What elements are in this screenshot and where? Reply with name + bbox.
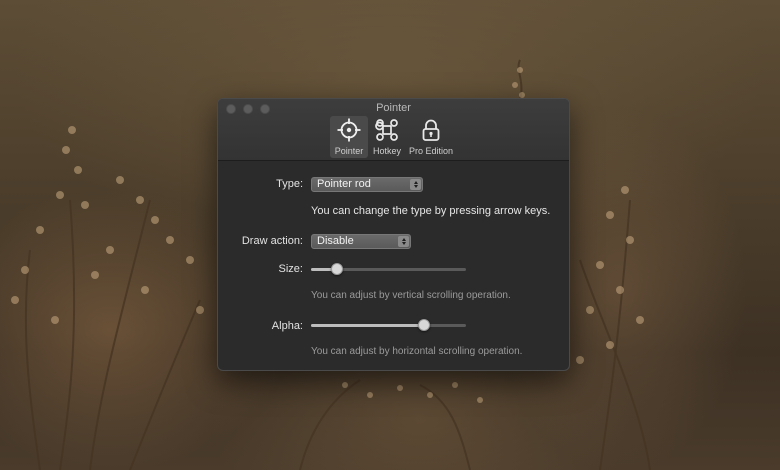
alpha-label: Alpha: [271,320,303,332]
crosshair-icon [337,118,361,142]
alpha-slider-fill [311,324,425,327]
pointer-settings-panel: Type: Pointer rod You can change the typ… [218,161,569,370]
alpha-hint: You can adjust by horizontal scrolling o… [311,346,523,357]
pointer-preferences-window: Pointer Pointer Hotkey Pro Edition Type:… [217,98,570,371]
type-hint: You can change the type by pressing arro… [311,205,551,217]
alpha-slider[interactable] [311,319,466,331]
tab-pro-edition-label: Pro Edition [408,146,454,156]
tab-pointer[interactable]: Pointer [330,116,368,158]
type-popup-value: Pointer rod [317,178,371,190]
size-slider[interactable] [311,263,466,275]
tab-hotkey-label: Hotkey [372,146,401,156]
command-key-icon [375,119,398,141]
draw-action-popup[interactable]: Disable [311,234,411,249]
draw-action-popup-value: Disable [317,235,354,247]
size-label: Size: [278,263,303,275]
popup-arrows-icon [398,236,409,247]
titlebar: Pointer Pointer Hotkey Pro Edition [218,99,569,161]
size-hint: You can adjust by vertical scrolling ope… [311,290,511,301]
alpha-slider-knob[interactable] [418,319,431,331]
preferences-toolbar: Pointer Hotkey Pro Edition [330,116,456,158]
window-title: Pointer [376,102,411,114]
draw-action-label: Draw action: [241,235,303,247]
popup-arrows-icon [410,179,421,190]
type-popup[interactable]: Pointer rod [311,177,423,192]
type-label: Type: [276,178,303,190]
tab-pointer-label: Pointer [334,146,364,156]
lock-icon [422,119,440,141]
size-slider-knob[interactable] [331,263,344,275]
tab-pro-edition[interactable]: Pro Edition [406,116,456,158]
tab-hotkey[interactable]: Hotkey [368,116,406,158]
